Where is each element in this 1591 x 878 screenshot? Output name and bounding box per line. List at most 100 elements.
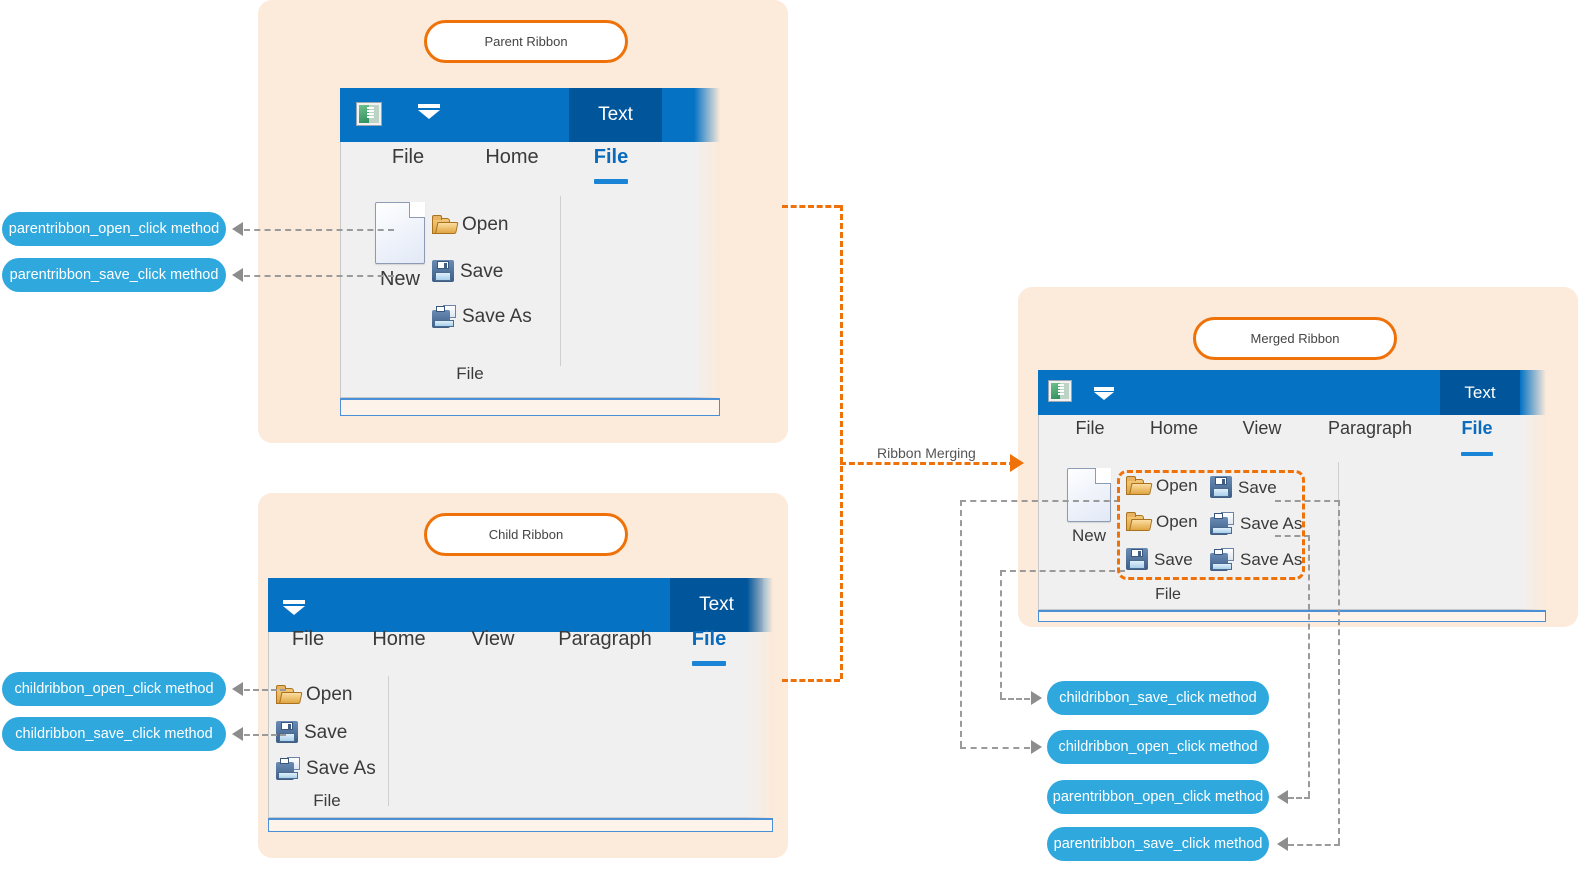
parent-tab-file-1[interactable]: File	[372, 146, 444, 190]
merged-active-tab-underline	[1461, 452, 1493, 456]
save-icon	[1210, 476, 1232, 498]
child-tab-file-1[interactable]: File	[276, 628, 340, 672]
child-open-item[interactable]: Open	[276, 685, 352, 704]
method-pill-label: childribbon_save_click method	[1059, 690, 1257, 706]
merged-open-label-1: Open	[1156, 476, 1198, 495]
method-pill-merged-childribbon-open[interactable]: childribbon_open_click method	[1047, 730, 1269, 764]
method-pill-parentribbon-save[interactable]: parentribbon_save_click method	[2, 258, 226, 292]
quick-access-dropdown-icon[interactable]	[283, 606, 305, 615]
merged-ribbon-window: Text File Home View Paragraph File New O…	[1038, 370, 1546, 610]
merge-flow-arrow-segment	[840, 462, 1015, 465]
method-pill-label: parentribbon_save_click method	[1053, 836, 1263, 852]
method-pill-label: parentribbon_open_click method	[1052, 789, 1264, 805]
save-as-icon	[276, 757, 300, 780]
connector-merged-saveas2-h	[1275, 535, 1310, 537]
connector-parent-save	[244, 275, 394, 277]
folder-icon	[1126, 512, 1153, 531]
child-text-button[interactable]: Text	[670, 578, 763, 632]
merged-tab-label: Home	[1149, 418, 1198, 438]
parent-document-area	[340, 398, 720, 416]
parent-save-item[interactable]: Save	[432, 260, 503, 282]
merge-flow-label: Ribbon Merging	[877, 445, 976, 461]
parent-open-item[interactable]: Open	[432, 215, 508, 234]
method-pill-childribbon-save[interactable]: childribbon_save_click method	[2, 717, 226, 751]
merged-save-label-1: Save	[1238, 477, 1277, 497]
child-group-label: File	[268, 791, 386, 811]
merge-flow-top-segment	[782, 205, 840, 208]
save-icon	[276, 721, 298, 743]
merged-save-as-item-2[interactable]: Save As	[1210, 548, 1302, 571]
parent-group-separator	[560, 196, 561, 366]
connector-merged-save3-h	[1000, 570, 1125, 572]
method-pill-merged-childribbon-save[interactable]: childribbon_save_click method	[1047, 681, 1269, 715]
merged-tab-file-2[interactable]: File	[1448, 418, 1506, 458]
save-as-icon	[432, 305, 456, 328]
merged-tab-view[interactable]: View	[1230, 418, 1294, 458]
parent-new-button[interactable]: New	[360, 202, 440, 291]
merged-tab-file-1[interactable]: File	[1060, 418, 1120, 458]
connector-merged-open1-h2	[960, 747, 1030, 749]
save-icon	[1126, 548, 1148, 570]
connector-merged-open1-v	[960, 500, 962, 747]
child-save-item[interactable]: Save	[276, 721, 347, 743]
merged-open-label-2: Open	[1156, 512, 1198, 531]
connector-merged-open1-h	[960, 500, 1120, 502]
method-pill-label: childribbon_open_click method	[1058, 739, 1258, 755]
child-tab-label: Paragraph	[558, 628, 652, 650]
merged-open-item-1[interactable]: Open	[1126, 476, 1198, 495]
page-icon	[375, 202, 425, 264]
app-icon	[1048, 380, 1072, 402]
parent-tab-home[interactable]: Home	[462, 146, 562, 190]
method-pill-merged-parentribbon-open[interactable]: parentribbon_open_click method	[1047, 780, 1269, 814]
merged-tab-label: File	[1461, 418, 1493, 438]
quick-access-dropdown-icon[interactable]	[1094, 392, 1114, 400]
merged-save-as-label-1: Save As	[1240, 514, 1303, 533]
merged-text-button[interactable]: Text	[1440, 370, 1520, 415]
connector-merged-saveas2-v	[1308, 535, 1310, 797]
save-as-icon	[1210, 548, 1234, 571]
child-tab-row: File Home View Paragraph File	[268, 628, 773, 672]
child-save-as-label: Save As	[306, 758, 376, 779]
connector-merged-save3-h2	[1000, 698, 1030, 700]
parent-text-button[interactable]: Text	[569, 88, 662, 142]
child-tab-label: File	[291, 628, 325, 650]
parent-ribbon-window: Text File Home File New Open Save Save A…	[340, 88, 720, 398]
parent-save-as-item[interactable]: Save As	[432, 305, 532, 328]
merged-save-item-1[interactable]: Save	[1210, 476, 1277, 498]
child-save-label: Save	[304, 721, 348, 743]
method-pill-childribbon-open[interactable]: childribbon_open_click method	[2, 672, 226, 706]
app-icon	[356, 102, 382, 126]
method-pill-label: parentribbon_save_click method	[9, 267, 219, 283]
quick-access-dropdown-icon[interactable]	[418, 110, 440, 119]
merged-save-item-2[interactable]: Save	[1126, 548, 1193, 570]
child-tab-file-2[interactable]: File	[678, 628, 740, 672]
child-tab-label: File	[691, 628, 727, 650]
merged-save-label-2: Save	[1154, 549, 1193, 569]
connector-merged-saveas2-h2	[1288, 797, 1310, 799]
folder-icon	[276, 685, 303, 704]
merged-open-item-2[interactable]: Open	[1126, 512, 1198, 531]
merged-save-as-label-2: Save As	[1240, 550, 1303, 569]
method-pill-merged-parentribbon-save[interactable]: parentribbon_save_click method	[1047, 827, 1269, 861]
merged-ribbon-title-pill: Merged Ribbon	[1193, 317, 1397, 360]
page-icon	[1067, 468, 1111, 522]
child-tab-view[interactable]: View	[458, 628, 528, 672]
child-tab-home[interactable]: Home	[356, 628, 442, 672]
parent-open-label: Open	[462, 214, 509, 235]
merged-tab-paragraph[interactable]: Paragraph	[1310, 418, 1430, 458]
child-document-area	[268, 818, 773, 832]
merged-tab-home[interactable]: Home	[1134, 418, 1214, 458]
parent-tab-label: File	[391, 146, 425, 168]
merged-save-as-item-1[interactable]: Save As	[1210, 512, 1302, 535]
method-pill-label: childribbon_save_click method	[15, 726, 213, 742]
save-icon	[432, 260, 454, 282]
method-pill-parentribbon-open[interactable]: parentribbon_open_click method	[2, 212, 226, 246]
child-tab-paragraph[interactable]: Paragraph	[540, 628, 670, 672]
parent-ribbon-title-text: Parent Ribbon	[484, 34, 568, 49]
connector-child-save	[244, 734, 286, 736]
child-ribbon-title-pill: Child Ribbon	[424, 513, 628, 556]
parent-tab-file-2[interactable]: File	[575, 146, 647, 190]
merged-tab-row: File Home View Paragraph File	[1038, 418, 1546, 458]
merged-new-button[interactable]: New	[1052, 468, 1126, 546]
child-save-as-item[interactable]: Save As	[276, 757, 376, 780]
